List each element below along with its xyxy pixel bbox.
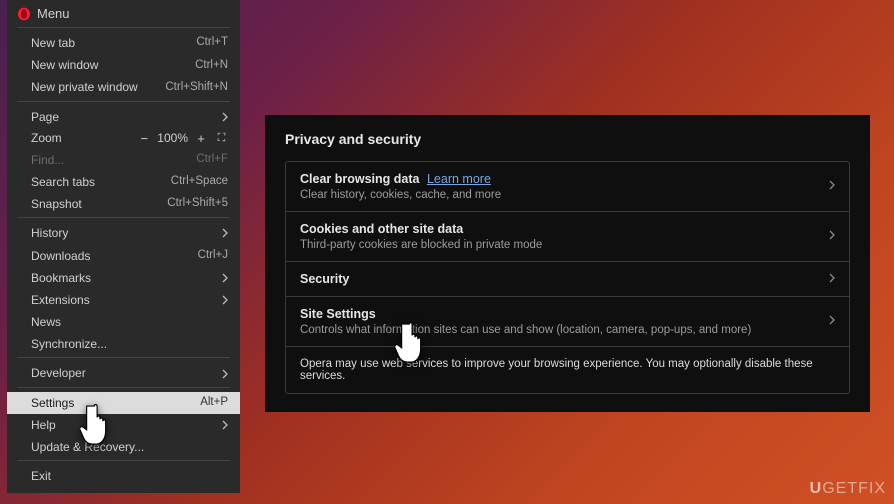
menu-label: News [31, 314, 228, 330]
menu-item-settings[interactable]: Settings Alt+P [7, 392, 240, 414]
watermark: UGETFIX [810, 480, 886, 498]
menu-separator [17, 101, 230, 102]
row-subtitle: Controls what information sites can use … [300, 324, 829, 336]
menu-label: History [31, 225, 222, 241]
watermark-suffix: GETFIX [822, 480, 886, 497]
menu-item-new-private-window[interactable]: New private window Ctrl+Shift+N [7, 76, 240, 98]
menu-item-downloads[interactable]: Downloads Ctrl+J [7, 245, 240, 267]
menu-label: Snapshot [31, 196, 167, 212]
menu-separator [17, 217, 230, 218]
row-clear-browsing-data[interactable]: Clear browsing data Learn more Clear his… [286, 162, 849, 212]
menu-label: Find... [31, 152, 196, 168]
menu-shortcut: Ctrl+N [195, 58, 228, 74]
menu-label: Downloads [31, 248, 198, 264]
menu-separator [17, 357, 230, 358]
menu-item-find[interactable]: Find... Ctrl+F [7, 149, 240, 171]
menu-label: New private window [31, 79, 165, 95]
row-security[interactable]: Security [286, 262, 849, 297]
menu-label: New tab [31, 35, 196, 51]
zoom-in-button[interactable]: + [194, 131, 208, 146]
opera-logo-icon [17, 7, 31, 21]
row-title: Clear browsing data Learn more [300, 172, 829, 186]
menu-shortcut: Ctrl+Space [171, 174, 228, 190]
menu-label: Help [31, 417, 222, 433]
menu-item-synchronize[interactable]: Synchronize... [7, 333, 240, 355]
chevron-right-icon [829, 273, 835, 286]
settings-group: Clear browsing data Learn more Clear his… [285, 161, 850, 394]
menu-label: Bookmarks [31, 270, 222, 286]
chevron-right-icon [222, 295, 228, 305]
menu-label: Settings [31, 395, 200, 411]
row-title: Cookies and other site data [300, 222, 829, 236]
menu-label: Search tabs [31, 174, 171, 190]
row-subtitle: Clear history, cookies, cache, and more [300, 189, 829, 201]
menu-item-bookmarks[interactable]: Bookmarks [7, 267, 240, 289]
menu-shortcut: Ctrl+Shift+5 [167, 196, 228, 212]
row-title-text: Clear browsing data [300, 172, 419, 186]
privacy-security-panel: Privacy and security Clear browsing data… [265, 115, 870, 412]
menu-item-developer[interactable]: Developer [7, 362, 240, 384]
chevron-right-icon [829, 315, 835, 328]
menu-item-zoom: Zoom − 100% + ⛶ [7, 128, 240, 149]
fullscreen-button[interactable]: ⛶ [214, 132, 228, 145]
menu-item-new-tab[interactable]: New tab Ctrl+T [7, 32, 240, 54]
row-text: Site Settings Controls what information … [300, 307, 829, 336]
chevron-right-icon [829, 230, 835, 243]
menu-separator [17, 460, 230, 461]
menu-label: Exit [31, 468, 228, 484]
chevron-right-icon [222, 273, 228, 283]
menu-label: Update & Recovery... [31, 439, 228, 455]
zoom-level: 100% [157, 131, 188, 145]
row-site-settings[interactable]: Site Settings Controls what information … [286, 297, 849, 347]
section-title: Privacy and security [285, 131, 850, 147]
menu-title: Menu [37, 6, 70, 21]
menu-item-search-tabs[interactable]: Search tabs Ctrl+Space [7, 171, 240, 193]
zoom-out-button[interactable]: − [137, 131, 151, 146]
chevron-right-icon [222, 420, 228, 430]
row-services-notice: Opera may use web services to improve yo… [286, 347, 849, 393]
row-text: Clear browsing data Learn more Clear his… [300, 172, 829, 201]
menu-label: Developer [31, 365, 222, 381]
chevron-right-icon [829, 180, 835, 193]
chevron-right-icon [222, 369, 228, 379]
menu-label: Extensions [31, 292, 222, 308]
menu-label: Zoom [31, 131, 131, 145]
notice-text: Opera may use web services to improve yo… [300, 358, 835, 382]
menu-shortcut: Ctrl+J [198, 248, 228, 264]
row-text: Security [300, 272, 829, 286]
zoom-controls: − 100% + ⛶ [137, 131, 228, 146]
watermark-prefix: U [810, 480, 823, 497]
menu-item-news[interactable]: News [7, 311, 240, 333]
menu-label: Synchronize... [31, 336, 228, 352]
menu-item-snapshot[interactable]: Snapshot Ctrl+Shift+5 [7, 193, 240, 215]
menu-label: Page [31, 109, 222, 125]
row-text: Cookies and other site data Third-party … [300, 222, 829, 251]
row-title: Security [300, 272, 829, 286]
menu-header: Menu [7, 0, 240, 25]
row-subtitle: Third-party cookies are blocked in priva… [300, 239, 829, 251]
menu-shortcut: Ctrl+T [196, 35, 228, 51]
row-cookies[interactable]: Cookies and other site data Third-party … [286, 212, 849, 262]
menu-shortcut: Ctrl+F [196, 152, 228, 168]
menu-item-history[interactable]: History [7, 222, 240, 244]
menu-shortcut: Ctrl+Shift+N [165, 80, 228, 96]
chevron-right-icon [222, 112, 228, 122]
menu-item-exit[interactable]: Exit [7, 465, 240, 487]
learn-more-link[interactable]: Learn more [427, 172, 491, 186]
menu-item-extensions[interactable]: Extensions [7, 289, 240, 311]
opera-main-menu: Menu New tab Ctrl+T New window Ctrl+N Ne… [7, 0, 240, 493]
chevron-right-icon [222, 228, 228, 238]
row-title: Site Settings [300, 307, 829, 321]
menu-separator [17, 387, 230, 388]
menu-shortcut: Alt+P [200, 395, 228, 411]
menu-item-page[interactable]: Page [7, 106, 240, 128]
menu-item-help[interactable]: Help [7, 414, 240, 436]
menu-separator [17, 27, 230, 28]
menu-item-new-window[interactable]: New window Ctrl+N [7, 54, 240, 76]
menu-label: New window [31, 57, 195, 73]
menu-item-update-recovery[interactable]: Update & Recovery... [7, 436, 240, 458]
